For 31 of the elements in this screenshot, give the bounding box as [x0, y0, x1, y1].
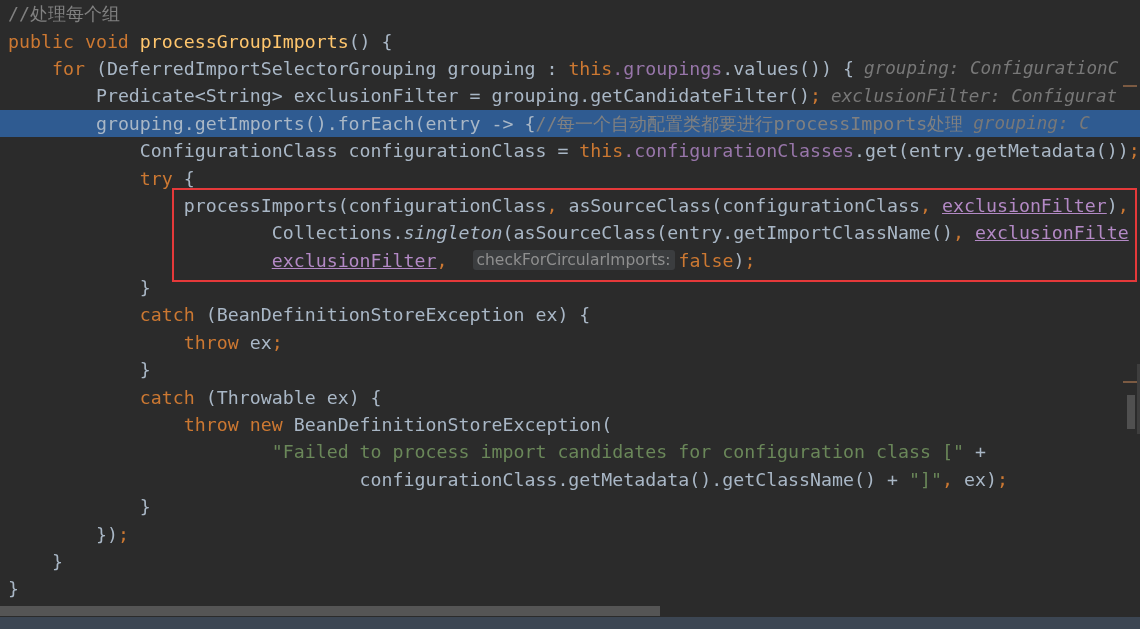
code-line: grouping.getImports().forEach(entry -> {//每一个自动配置类都要进行processImports处理 [94, 111, 964, 136]
vertical-scrollbar[interactable] [1127, 395, 1135, 429]
code-line: "Failed to process import candidates for configuration class [" + [270, 441, 986, 463]
code-line: } [138, 277, 151, 299]
error-stripe-mark [1123, 381, 1137, 383]
inline-hint: exclusionFilter: Configurat [831, 85, 1118, 106]
code-line: catch (BeanDefinitionStoreException ex) { [138, 304, 591, 326]
code-line: processImports(configurationClass, asSourceClass(configurationClass, exclusionFilter), [182, 194, 1129, 216]
code-line: throw new BeanDefinitionStoreException( [182, 414, 613, 436]
code-line: exclusionFilter, [270, 249, 449, 271]
horizontal-scrollbar[interactable] [0, 606, 660, 616]
inline-hint: grouping: ConfigurationC [864, 58, 1119, 79]
code-line: public void processGroupImports() { [8, 30, 393, 52]
code-line: try { [138, 167, 195, 189]
code-line: configurationClass.getMetadata().getClassName() + "]", ex); [358, 468, 1008, 490]
code-line: //处理每个组 [8, 2, 120, 27]
code-line: for (DeferredImportSelectorGrouping grouping : this.groupings.values()) { [50, 57, 855, 79]
code-line: }); [94, 523, 129, 545]
code-line: catch (Throwable ex) { [138, 386, 382, 408]
code-line: Predicate<String> exclusionFilter = grouping.getCandidateFilter(); [94, 85, 822, 107]
code-line: throw ex; [182, 331, 283, 353]
code-line: } [138, 496, 151, 518]
code-line: } [50, 551, 63, 572]
code-line: false); [678, 249, 756, 271]
inline-hint: grouping: C [973, 113, 1090, 134]
parameter-hint: checkForCircularImports: [472, 250, 675, 271]
code-line: } [8, 578, 19, 600]
code-line: ConfigurationClass configurationClass = this.configurationClasses.get(entry.getMetadata()); [138, 140, 1140, 162]
error-stripe-mark [1123, 85, 1137, 87]
code-line: } [138, 359, 151, 381]
code-line: Collections.singleton(asSourceClass(entry.getImportClassName(), exclusionFilte [270, 222, 1129, 244]
